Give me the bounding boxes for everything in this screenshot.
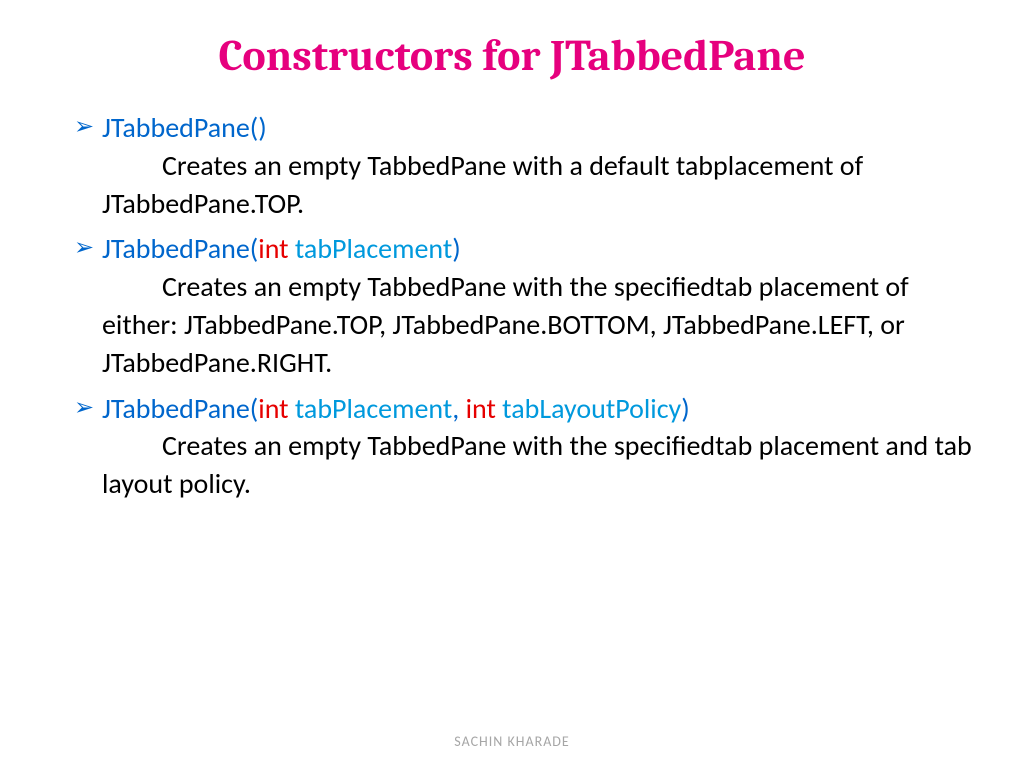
constructor-signature: JTabbedPane() (102, 110, 267, 145)
keyword-int: int (258, 391, 288, 426)
constructor-description: Creates an empty TabbedPane with a defau… (102, 147, 974, 223)
sig-open: JTabbedPane( (102, 231, 258, 266)
constructor-description: Creates an empty TabbedPane with the spe… (102, 268, 974, 381)
constructor-item: JTabbedPane(int tabPlacement) Creates an… (74, 230, 974, 381)
desc-first-line: Creates an empty TabbedPane with a defau… (102, 147, 713, 185)
slide-body: Constructors for JTabbedPane JTabbedPane… (0, 0, 1024, 551)
sig-close: ) (681, 391, 690, 426)
constructor-description: Creates an empty TabbedPane with the spe… (102, 427, 974, 503)
sig-open: JTabbedPane( (102, 391, 258, 426)
constructor-signature: JTabbedPane(int tabPlacement, int tabLay… (102, 391, 690, 426)
sig-close: ) (258, 110, 267, 145)
keyword-int: int (466, 391, 496, 426)
arg-tab-layout-policy: tabLayoutPolicy (496, 391, 681, 426)
slide-title: Constructors for JTabbedPane (50, 30, 974, 81)
constructor-list: JTabbedPane() Creates an empty TabbedPan… (50, 109, 974, 503)
constructor-item: JTabbedPane(int tabPlacement, int tabLay… (74, 390, 974, 503)
constructor-signature: JTabbedPane(int tabPlacement) (102, 231, 461, 266)
sig-open: JTabbedPane( (102, 110, 258, 145)
sig-close: ) (452, 231, 461, 266)
arg-tab-placement: tabPlacement (289, 391, 453, 426)
arg-tab-placement: tabPlacement (289, 231, 453, 266)
desc-first-line: Creates an empty TabbedPane with the spe… (102, 427, 715, 465)
comma-separator: , (452, 391, 465, 426)
constructor-item: JTabbedPane() Creates an empty TabbedPan… (74, 109, 974, 222)
slide-footer: SACHIN KHARADE (0, 733, 1024, 750)
desc-first-line: Creates an empty TabbedPane with the spe… (102, 268, 715, 306)
keyword-int: int (258, 231, 288, 266)
